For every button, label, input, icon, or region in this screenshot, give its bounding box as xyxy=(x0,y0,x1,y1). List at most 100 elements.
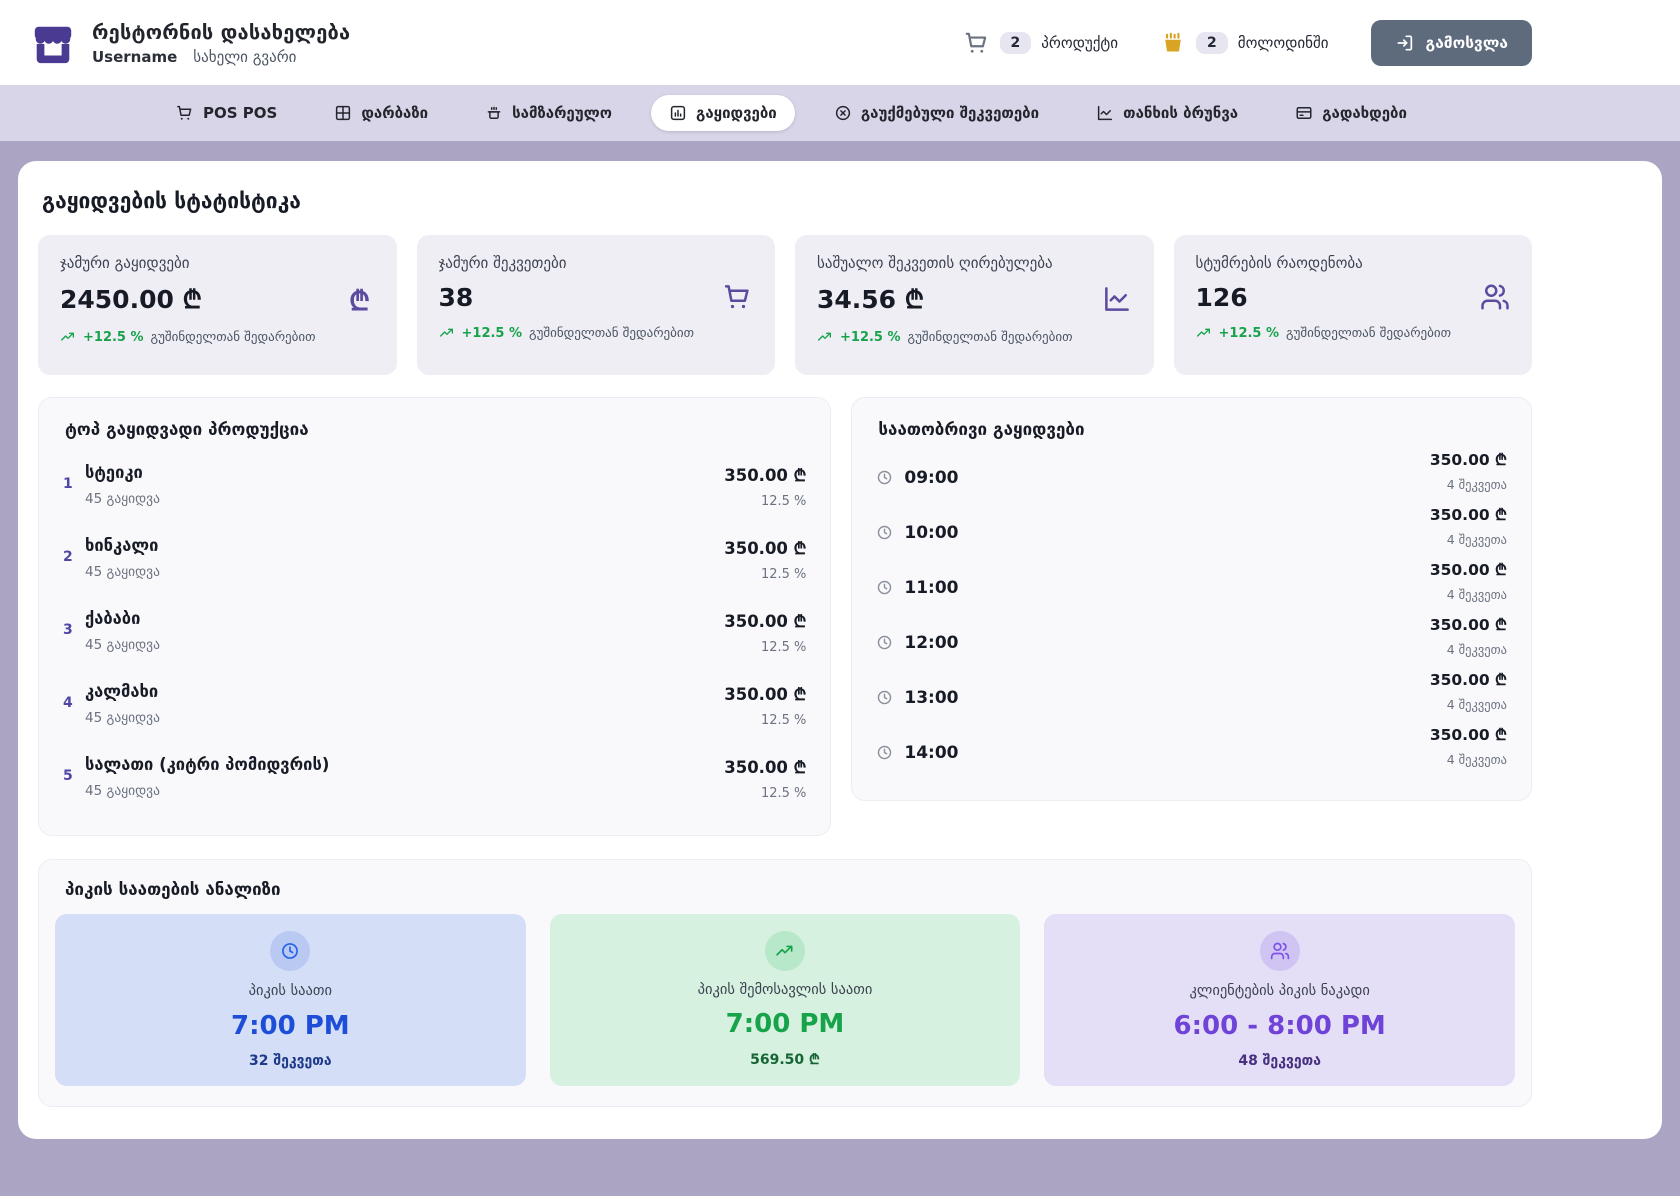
hourly-row: 12:00 350.00 ₾ 4 შეკვეთა xyxy=(876,615,1507,670)
product-rank: 5 xyxy=(63,768,85,784)
peak-card-value: 7:00 PM xyxy=(231,1011,350,1041)
hourly-figures: 350.00 ₾ 4 შეკვეთა xyxy=(1430,558,1507,602)
peak-analysis-title: პიკის საათების ანალიზი xyxy=(65,880,1515,900)
nav-tab-label: სამზარეულო xyxy=(512,104,612,122)
product-row: 1 სტეიკი 45 გაყიდვა 350.00 ₾ 12.5 % xyxy=(63,450,806,523)
nav-tab[interactable]: თანხის ბრუნვა xyxy=(1078,95,1256,131)
product-row: 5 სალათი (კიტრი პომიდვრის) 45 გაყიდვა 35… xyxy=(63,742,806,815)
hourly-row: 10:00 350.00 ₾ 4 შეკვეთა xyxy=(876,505,1507,560)
hourly-amount: 350.00 ₾ xyxy=(1430,723,1507,745)
clock-icon xyxy=(876,469,893,486)
hourly-row: 13:00 350.00 ₾ 4 შეკვეთა xyxy=(876,670,1507,725)
peak-card-value: 7:00 PM xyxy=(726,1009,845,1039)
hourly-figures: 350.00 ₾ 4 შეკვეთა xyxy=(1430,503,1507,547)
product-name: ქაბაბი xyxy=(85,609,724,628)
top-products-list: 1 სტეიკი 45 გაყიდვა 350.00 ₾ 12.5 % 2 ხი… xyxy=(63,450,806,815)
product-percent: 12.5 % xyxy=(724,640,806,655)
product-percent: 12.5 % xyxy=(724,494,806,509)
stat-card: საშუალო შეკვეთის ღირებულება 34.56 ₾ +12.… xyxy=(795,235,1154,375)
x-circle-icon xyxy=(834,104,852,122)
trend-up-icon xyxy=(765,931,805,971)
users-icon xyxy=(1260,931,1300,971)
stat-trend: +12.5 % გუშინდელთან შედარებით xyxy=(439,325,754,341)
hourly-time: 13:00 xyxy=(904,688,958,708)
nav-tab[interactable]: გაყიდვები xyxy=(651,95,795,131)
trend-percent: +12.5 % xyxy=(83,330,144,345)
clock-icon xyxy=(876,634,893,651)
hourly-time-cell: 14:00 xyxy=(876,743,958,763)
logout-label: გამოსვლა xyxy=(1426,34,1508,52)
product-rank: 3 xyxy=(63,622,85,638)
product-figures: 350.00 ₾ 12.5 % xyxy=(724,536,806,582)
hourly-row: 14:00 350.00 ₾ 4 შეკვეთა xyxy=(876,725,1507,780)
nav-tab[interactable]: გადახდები xyxy=(1277,95,1425,131)
stat-value: 38 xyxy=(439,283,474,312)
hourly-time: 12:00 xyxy=(904,633,958,653)
product-rank: 4 xyxy=(63,695,85,711)
stat-card: ჯამური შეკვეთები 38 +12.5 % გუშინდელთან … xyxy=(417,235,776,375)
cart-status[interactable]: 2 პროდუქტი xyxy=(964,30,1118,56)
store-icon xyxy=(30,20,76,66)
trend-up-icon xyxy=(1196,325,1212,341)
users-icon xyxy=(1480,282,1510,312)
nav-tab-label: გაყიდვები xyxy=(696,104,777,122)
hourly-time-cell: 11:00 xyxy=(876,578,958,598)
peak-card-subvalue: 48 შეკვეთა xyxy=(1238,1053,1321,1069)
hourly-amount: 350.00 ₾ xyxy=(1430,448,1507,470)
product-amount: 350.00 ₾ xyxy=(724,536,806,559)
product-percent: 12.5 % xyxy=(724,713,806,728)
nav-tab-label: გაუქმებული შეკვეთები xyxy=(861,104,1039,122)
middle-panels: ტოპ გაყიდვადი პროდუქცია 1 სტეიკი 45 გაყი… xyxy=(38,397,1532,836)
user-info: Username სახელი გვარი xyxy=(92,48,350,66)
peak-card: პიკის შემოსავლის საათი 7:00 PM 569.50 ₾ xyxy=(550,914,1021,1086)
product-row: 4 კალმახი 45 გაყიდვა 350.00 ₾ 12.5 % xyxy=(63,669,806,742)
hourly-amount: 350.00 ₾ xyxy=(1430,613,1507,635)
product-figures: 350.00 ₾ 12.5 % xyxy=(724,463,806,509)
hourly-time-cell: 10:00 xyxy=(876,523,958,543)
product-sales-count: 45 გაყიდვა xyxy=(85,564,724,580)
hourly-amount: 350.00 ₾ xyxy=(1430,668,1507,690)
product-sales-count: 45 გაყიდვა xyxy=(85,783,724,799)
grid-icon xyxy=(334,104,352,122)
product-sales-count: 45 გაყიდვა xyxy=(85,637,724,653)
pending-status[interactable]: 2 მოლოდინში xyxy=(1160,30,1329,56)
basket-icon xyxy=(1160,30,1186,56)
stat-value-row: 34.56 ₾ xyxy=(817,282,1132,316)
hourly-time-cell: 09:00 xyxy=(876,468,958,488)
clock-icon xyxy=(876,744,893,761)
peak-card-label: პიკის შემოსავლის საათი xyxy=(698,982,873,998)
nav-tab[interactable]: გაუქმებული შეკვეთები xyxy=(816,95,1057,131)
logout-button[interactable]: გამოსვლა xyxy=(1371,20,1532,66)
stat-label: საშუალო შეკვეთის ღირებულება xyxy=(817,254,1132,272)
product-figures: 350.00 ₾ 12.5 % xyxy=(724,682,806,728)
product-amount: 350.00 ₾ xyxy=(724,609,806,632)
stat-card: სტუმრების რაოდენობა 126 +12.5 % გუშინდელ… xyxy=(1174,235,1533,375)
peak-card-value: 6:00 - 8:00 PM xyxy=(1174,1011,1386,1041)
peak-card-label: კლიენტების პიკის ნაკადი xyxy=(1189,983,1369,999)
logout-icon xyxy=(1395,33,1415,53)
nav-tab[interactable]: დარბაზი xyxy=(316,95,446,131)
nav-tab[interactable]: POS POS xyxy=(158,95,295,131)
product-sales-count: 45 გაყიდვა xyxy=(85,710,724,726)
hourly-time-cell: 12:00 xyxy=(876,633,958,653)
stat-trend: +12.5 % გუშინდელთან შედარებით xyxy=(1196,325,1511,341)
product-name: სტეიკი xyxy=(85,463,724,482)
nav-tab-label: თანხის ბრუნვა xyxy=(1123,104,1238,122)
top-products-title: ტოპ გაყიდვადი პროდუქცია xyxy=(65,420,806,440)
nav-tab[interactable]: სამზარეულო xyxy=(467,95,630,131)
peak-card: პიკის საათი 7:00 PM 32 შეკვეთა xyxy=(55,914,526,1086)
stat-value: 2450.00 ₾ xyxy=(60,282,202,316)
restaurant-name: რესტორნის დასახელება xyxy=(92,20,350,44)
product-info: ხინკალი 45 გაყიდვა xyxy=(85,536,724,580)
product-percent: 12.5 % xyxy=(724,567,806,582)
hourly-time: 11:00 xyxy=(904,578,958,598)
hourly-figures: 350.00 ₾ 4 შეკვეთა xyxy=(1430,668,1507,712)
stat-value: 126 xyxy=(1196,283,1248,312)
lari-icon: ₾ xyxy=(345,284,375,314)
bar-chart-icon xyxy=(669,104,687,122)
product-figures: 350.00 ₾ 12.5 % xyxy=(724,609,806,655)
hourly-orders: 4 შეკვეთა xyxy=(1430,587,1507,602)
app-header: რესტორნის დასახელება Username სახელი გვა… xyxy=(0,0,1680,85)
trend-note: გუშინდელთან შედარებით xyxy=(908,330,1073,345)
stat-trend: +12.5 % გუშინდელთან შედარებით xyxy=(817,329,1132,345)
